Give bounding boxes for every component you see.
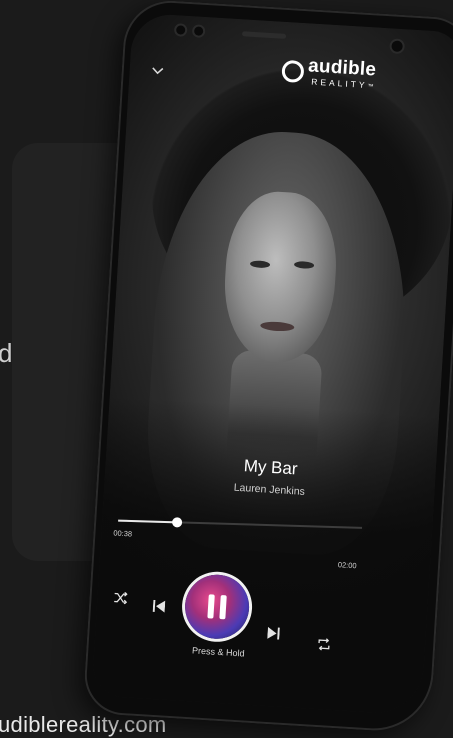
current-time: 00:38 (113, 528, 133, 539)
background-partial-text: d (0, 338, 13, 368)
shuffle-icon[interactable] (113, 590, 128, 609)
repeat-icon[interactable] (316, 637, 331, 656)
bottom-gradient-overlay (91, 395, 440, 716)
pause-icon-bar (219, 594, 227, 620)
skip-next-icon[interactable] (267, 626, 280, 645)
logo-trademark: ™ (367, 84, 377, 91)
progress-handle[interactable] (171, 517, 182, 528)
chevron-down-icon[interactable] (151, 62, 164, 79)
phone-screen: audible REALITY™ My Bar Lauren Jenkins 0… (91, 12, 453, 716)
skip-previous-icon[interactable] (152, 599, 166, 618)
total-time: 02:00 (337, 560, 357, 571)
pause-icon (207, 594, 215, 619)
